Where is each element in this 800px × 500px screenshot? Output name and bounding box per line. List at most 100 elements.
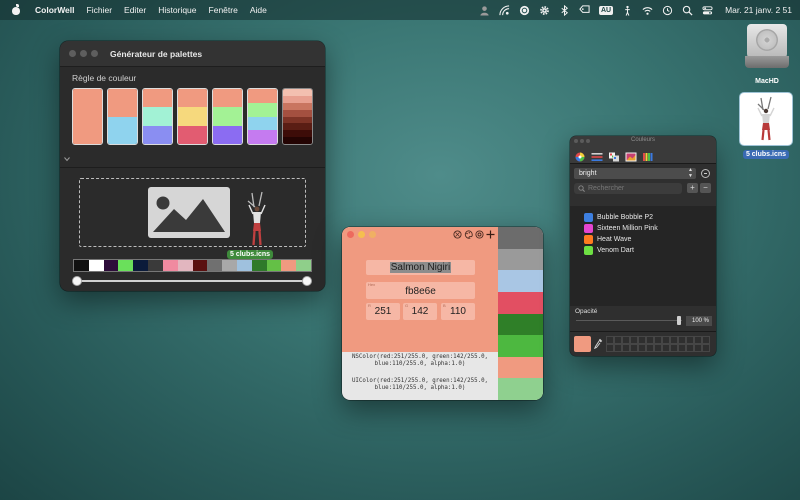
color-list-item[interactable]: Sixteen Million Pink xyxy=(570,223,716,234)
red-field[interactable]: R 251 xyxy=(366,303,400,320)
palette-swatch[interactable] xyxy=(142,88,173,145)
empty-swatch-slot[interactable] xyxy=(646,336,654,344)
zoom-button[interactable] xyxy=(91,50,98,57)
empty-swatch-slot[interactable] xyxy=(614,344,622,352)
related-color-swatch[interactable] xyxy=(498,227,543,249)
image-palettes-icon[interactable] xyxy=(625,149,637,162)
strip-color[interactable] xyxy=(251,260,267,271)
color-list-item[interactable]: Bubble Bobble P2 xyxy=(570,212,716,223)
palette-swatch[interactable] xyxy=(282,88,313,145)
related-color-swatch[interactable] xyxy=(498,291,543,314)
close-button[interactable] xyxy=(347,231,354,238)
strip-color[interactable] xyxy=(266,260,282,271)
range-slider-max-handle[interactable] xyxy=(302,276,312,286)
empty-swatch-slot[interactable] xyxy=(630,336,638,344)
range-slider-track[interactable] xyxy=(77,280,307,282)
palette-window-titlebar[interactable]: Générateur de palettes xyxy=(60,41,325,67)
sync-icon[interactable] xyxy=(517,4,533,16)
empty-swatch-slot[interactable] xyxy=(670,344,678,352)
hex-field[interactable]: Hex fb8e6e xyxy=(366,282,475,299)
color-name-field[interactable]: Salmon Nigiri xyxy=(366,260,475,275)
empty-swatch-slot[interactable] xyxy=(654,344,662,352)
strip-color[interactable] xyxy=(296,260,311,271)
empty-swatch-slot[interactable] xyxy=(622,344,630,352)
empty-swatch-slot[interactable] xyxy=(702,336,710,344)
empty-swatch-slot[interactable] xyxy=(670,336,678,344)
menu-app-name[interactable]: ColorWell xyxy=(29,5,81,15)
colors-panel-titlebar[interactable]: Couleurs xyxy=(570,136,716,145)
remove-color-button[interactable]: − xyxy=(700,183,711,193)
palette-swatch[interactable] xyxy=(107,88,138,145)
empty-swatch-slot[interactable] xyxy=(678,336,686,344)
zoom-button[interactable] xyxy=(369,231,376,238)
empty-swatch-slot[interactable] xyxy=(686,344,694,352)
color-wheel-icon[interactable] xyxy=(574,149,586,162)
add-icon[interactable] xyxy=(486,230,495,239)
strip-color[interactable] xyxy=(118,260,134,271)
time-machine-icon[interactable] xyxy=(659,4,675,16)
related-color-swatch[interactable] xyxy=(498,313,543,336)
strip-color[interactable] xyxy=(133,260,149,271)
empty-swatch-slot[interactable] xyxy=(694,336,702,344)
minimize-button[interactable] xyxy=(358,231,365,238)
eyedropper-icon[interactable] xyxy=(594,338,603,349)
empty-swatch-slot[interactable] xyxy=(678,344,686,352)
chevron-down-icon[interactable] xyxy=(63,155,71,163)
related-color-swatch[interactable] xyxy=(498,378,543,400)
strip-color[interactable] xyxy=(88,260,104,271)
opacity-slider-handle[interactable] xyxy=(677,316,681,325)
bluetooth-icon[interactable] xyxy=(557,4,573,16)
strip-color[interactable] xyxy=(236,260,252,271)
strip-color[interactable] xyxy=(222,260,237,271)
desktop-disk[interactable]: MacHD xyxy=(740,24,794,85)
menu-historique[interactable]: Historique xyxy=(152,5,202,15)
related-color-swatch[interactable] xyxy=(498,335,543,357)
strip-color[interactable] xyxy=(281,260,297,271)
wifi-icon[interactable] xyxy=(639,4,655,16)
empty-swatch-slot[interactable] xyxy=(694,344,702,352)
search-field[interactable]: Rechercher xyxy=(574,183,682,194)
blue-field[interactable]: B 110 xyxy=(441,303,475,320)
palettes-icon[interactable] xyxy=(608,149,620,162)
color-list-item[interactable]: Venom Dart xyxy=(570,245,716,256)
empty-swatch-slot[interactable] xyxy=(638,336,646,344)
add-color-button[interactable]: + xyxy=(687,183,698,193)
code-snippets[interactable]: NSColor(red:251/255.0, green:142/255.0, … xyxy=(342,354,498,392)
opacity-slider-track[interactable] xyxy=(576,320,682,321)
desktop-file[interactable]: 5 clubs.icns xyxy=(738,92,794,159)
empty-swatch-slot[interactable] xyxy=(702,344,710,352)
palette-swatch[interactable] xyxy=(177,88,208,145)
strip-color[interactable] xyxy=(192,260,208,271)
dither-icon[interactable] xyxy=(453,230,462,239)
target-icon[interactable] xyxy=(475,230,484,239)
menu-clock[interactable]: Mar. 21 janv. 2 51 xyxy=(725,5,792,15)
palette-swatch[interactable] xyxy=(247,88,278,145)
airdrop-icon[interactable] xyxy=(497,4,513,16)
color-list-item[interactable]: Heat Wave xyxy=(570,234,716,245)
sliders-icon[interactable] xyxy=(591,149,603,161)
empty-swatch-slot[interactable] xyxy=(630,344,638,352)
green-field[interactable]: G 142 xyxy=(403,303,437,320)
empty-swatch-slot[interactable] xyxy=(662,336,670,344)
empty-swatch-slot[interactable] xyxy=(646,344,654,352)
palette-options-icon[interactable] xyxy=(701,169,710,178)
menu-fichier[interactable]: Fichier xyxy=(81,5,119,15)
crayons-icon[interactable] xyxy=(642,149,654,161)
empty-swatch-slot[interactable] xyxy=(614,336,622,344)
close-button[interactable] xyxy=(69,50,76,57)
gear-icon[interactable] xyxy=(537,4,553,16)
related-color-swatch[interactable] xyxy=(498,270,543,292)
control-center-icon[interactable] xyxy=(699,4,715,16)
menu-editer[interactable]: Editer xyxy=(118,5,152,15)
empty-swatch-slot[interactable] xyxy=(606,344,614,352)
tag-icon[interactable] xyxy=(577,4,593,16)
juggler-status-icon[interactable] xyxy=(619,4,635,16)
strip-color[interactable] xyxy=(148,260,163,271)
empty-swatch-slot[interactable] xyxy=(606,336,614,344)
range-slider-min-handle[interactable] xyxy=(72,276,82,286)
strip-color[interactable] xyxy=(207,260,223,271)
strip-color[interactable] xyxy=(162,260,178,271)
palette-icon[interactable] xyxy=(464,230,473,239)
empty-swatch-slot[interactable] xyxy=(654,336,662,344)
empty-swatch-slot[interactable] xyxy=(622,336,630,344)
